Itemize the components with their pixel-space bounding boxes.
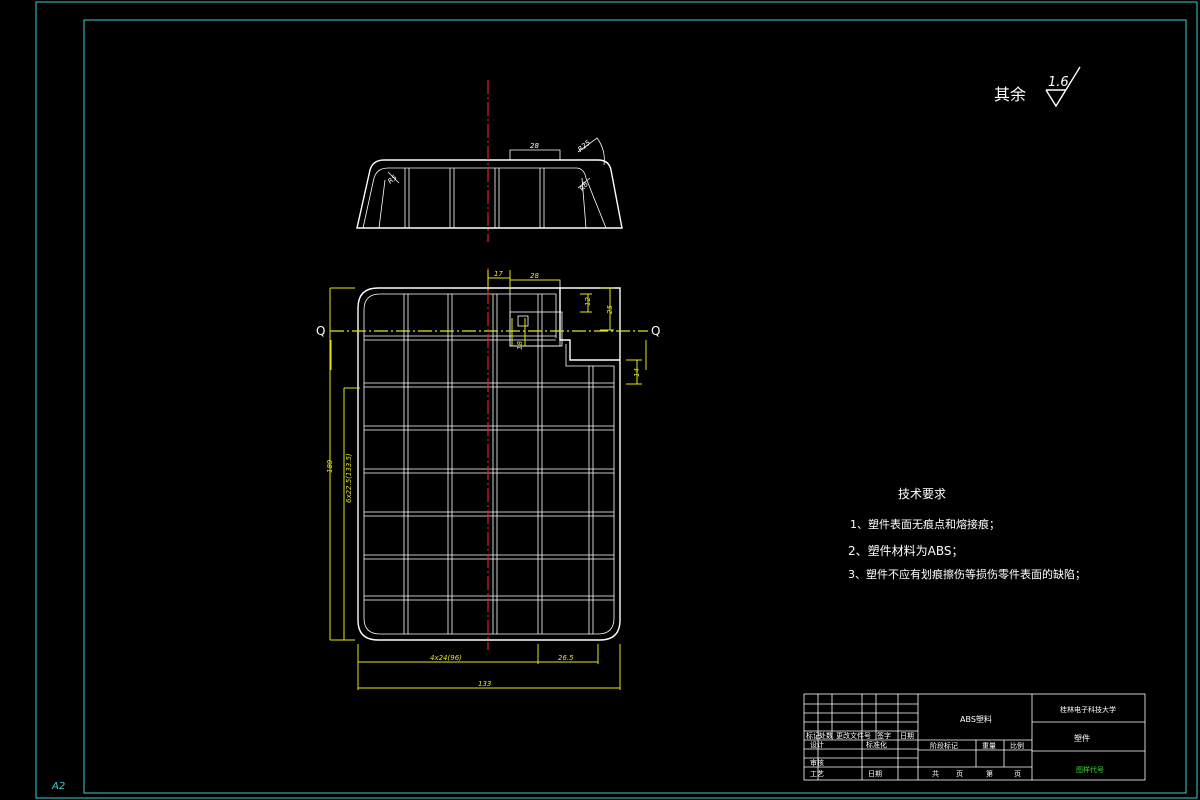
top-section-view: 28 R5 R25 R8 [356,137,623,229]
dim-plan-17: 17 [494,270,503,278]
outer-sheet-border [35,1,1198,799]
tech-item-3: 3、塑件不应有划痕擦伤等损伤零件表面的缺陷； [848,567,1086,581]
dim-plan-12: 12 [584,297,592,306]
tb-material: ABS塑料 [960,714,992,724]
tech-title: 技术要求 [898,487,946,501]
tech-item-1: 1、塑件表面无痕点和熔接痕； [850,517,1000,531]
plan-dimensions: 17 28 12 25 18 14 189 6x22.5(133.5) 4x24… [326,270,642,690]
tb-weight: 重量 [982,742,996,750]
tb-part-name: 塑件 [1074,733,1090,743]
sheet-size-label: A2 [51,781,65,792]
technical-requirements: 技术要求 1、塑件表面无痕点和熔接痕； 2、塑件材料为ABS； 3、塑件不应有划… [848,487,1086,581]
tb-change-doc: 更改文件号 [836,731,871,740]
tb-check: 审核 [810,758,824,767]
engineering-drawing: A2 其余 1.6 28 R5 R25 R8 Q Q 17 28 12 25 1… [35,1,1198,799]
roughness-symbol: 其余 1.6 [994,66,1081,108]
tb-school: 桂林电子科技大学 [1060,705,1116,714]
tb-sheet-no: 第 [986,769,993,778]
section-right-q: Q [651,324,660,338]
tb-mark: 标记 [806,731,820,740]
dim-bottom-chain: 4x24(96) [430,654,462,662]
tech-item-2: 2、塑件材料为ABS； [848,543,963,558]
dim-left-chain: 6x22.5(133.5) [345,453,353,503]
dim-r5: R5 [386,173,399,185]
tb-count: 处数 [819,731,833,740]
dim-plan-25: 25 [606,305,614,314]
dim-r25: R25 [576,138,592,153]
dim-bottom-26: 26.5 [558,654,574,662]
tb-process-date: 日期 [868,770,882,778]
dim-top-28: 28 [530,142,539,150]
tb-page-b: 页 [1014,770,1021,778]
dim-plan-28: 28 [530,272,539,280]
dim-r8: R8 [578,180,590,193]
plan-view [357,279,621,641]
tb-standard: 标准化 [866,740,887,749]
dim-plan-14: 14 [633,368,641,377]
roughness-prefix: 其余 [994,85,1026,104]
dim-bottom-overall: 133 [478,680,491,688]
tb-drawing-no: 图样代号 [1076,765,1104,774]
tb-stage: 阶段标记 [930,741,958,750]
roughness-value: 1.6 [1048,75,1069,90]
tb-total: 共 [932,769,939,778]
dim-left-overall: 189 [326,459,334,473]
section-left-q: Q [316,324,325,338]
tb-scale: 比例 [1010,741,1024,750]
tb-page-a: 页 [956,770,963,778]
tb-date: 日期 [900,732,914,740]
dim-plan-18: 18 [516,341,524,350]
tb-design: 设计 [810,740,824,749]
title-block: 标记 处数 更改文件号 签字 日期 设计 标准化 审核 工艺 日期 ABS塑料 … [803,693,1146,781]
tb-process: 工艺 [810,770,824,778]
inner-frame-border [83,19,1187,794]
tb-sign: 签字 [877,731,891,740]
